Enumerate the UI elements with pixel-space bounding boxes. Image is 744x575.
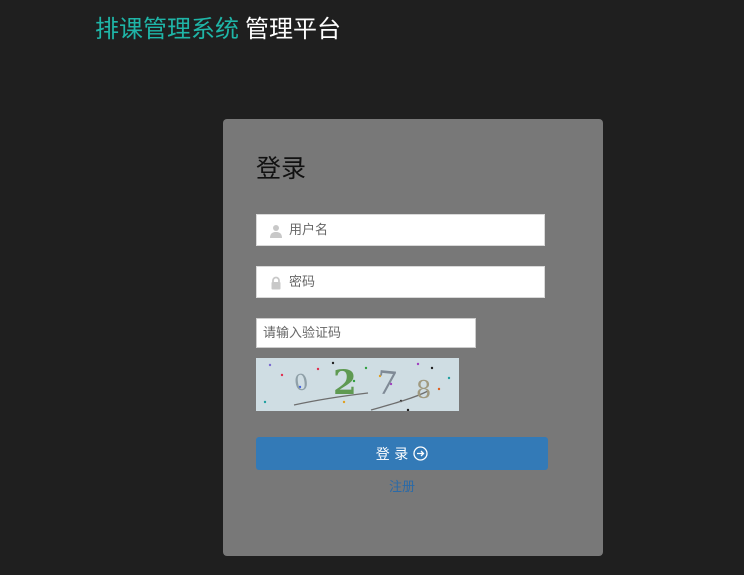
platform-subtitle: 管理平台 <box>245 15 341 43</box>
captcha-digit-7: 7 <box>375 363 399 403</box>
captcha-digit-2: 2 <box>333 363 357 403</box>
username-input[interactable] <box>289 215 539 245</box>
password-field[interactable] <box>256 266 545 298</box>
user-icon <box>269 223 283 238</box>
username-field[interactable] <box>256 214 545 246</box>
arrow-right-circle-icon <box>413 446 428 461</box>
login-button[interactable]: 登 录 <box>256 437 548 470</box>
register-link[interactable]: 注册 <box>223 476 581 495</box>
login-button-label: 登 录 <box>375 446 409 463</box>
password-input[interactable] <box>289 267 539 297</box>
login-title: 登录 <box>256 154 307 183</box>
lock-icon <box>269 275 283 290</box>
login-card: 登录 用户名 请输入验证码 0 2 7 8 登 录 注册 <box>223 119 603 556</box>
captcha-input[interactable] <box>256 318 476 348</box>
app-header: 排课管理系统 管理平台 <box>95 12 341 46</box>
captcha-image[interactable]: 0 2 7 8 <box>256 358 459 412</box>
captcha-digit-8: 8 <box>416 376 431 404</box>
brand-title: 排课管理系统 <box>95 15 239 43</box>
